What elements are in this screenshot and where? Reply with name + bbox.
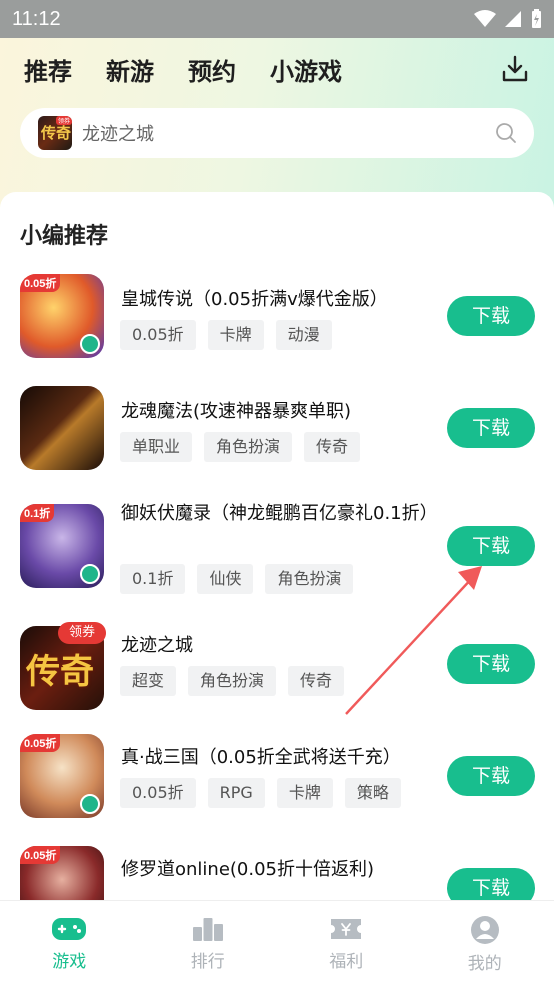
- tag: 角色扮演: [188, 666, 277, 696]
- game-title: 御妖伏魔录（神龙鲲鹏百亿豪礼0.1折）: [121, 503, 438, 524]
- tag: 角色扮演: [265, 564, 354, 594]
- tab-new-games[interactable]: 新游: [106, 52, 154, 87]
- game-icon[interactable]: 0.05折: [20, 274, 104, 358]
- header: 推荐 新游 预约 小游戏 传奇 领券 龙迹之城: [0, 38, 554, 208]
- search-input[interactable]: 龙迹之城: [82, 120, 154, 146]
- tag: 卡牌: [207, 320, 264, 350]
- signal-icon: [505, 11, 521, 27]
- download-icon[interactable]: [500, 54, 530, 84]
- game-title: 龙魂魔法(攻速神器暴爽单职): [121, 401, 352, 422]
- gamepad-icon: [52, 918, 87, 940]
- download-button[interactable]: 下载: [447, 644, 535, 684]
- game-icon[interactable]: 0.05折: [20, 734, 104, 818]
- tag-list: 0.1折 仙侠 角色扮演: [120, 564, 354, 594]
- battery-icon: [532, 9, 541, 28]
- tag: 0.1折: [120, 564, 186, 594]
- badge-icon: [80, 334, 100, 354]
- download-button[interactable]: 下载: [447, 526, 535, 566]
- search-bar[interactable]: 传奇 领券 龙迹之城: [20, 108, 534, 158]
- game-icon[interactable]: [20, 386, 104, 470]
- tag-list: 0.05折 RPG 卡牌 策略: [120, 778, 401, 808]
- tag: 卡牌: [276, 778, 333, 808]
- coupon-badge: 领券: [58, 622, 106, 644]
- game-title: 皇城传说（0.05折满v爆代金版）: [121, 289, 388, 310]
- tag: 仙侠: [197, 564, 254, 594]
- tab-recommend[interactable]: 推荐: [24, 52, 72, 87]
- game-title: 龙迹之城: [121, 635, 193, 656]
- download-button[interactable]: 下载: [447, 756, 535, 796]
- nav-welfare[interactable]: 福利: [277, 901, 416, 984]
- search-game-thumbnail: 传奇 领券: [38, 116, 72, 150]
- ticket-icon: [331, 919, 362, 939]
- tag: 单职业: [120, 432, 193, 462]
- list-item[interactable]: 0.1折 御妖伏魔录（神龙鲲鹏百亿豪礼0.1折） 0.1折 仙侠 角色扮演 下载: [0, 503, 554, 604]
- tag: 传奇: [288, 666, 345, 696]
- tag: 0.05折: [120, 778, 196, 808]
- download-button[interactable]: 下载: [447, 296, 535, 336]
- tab-mini-games[interactable]: 小游戏: [270, 52, 342, 87]
- download-button[interactable]: 下载: [447, 408, 535, 448]
- tag: RPG: [207, 778, 265, 808]
- list-item[interactable]: 0.05折 真·战三国（0.05折全武将送千充） 0.05折 RPG 卡牌 策略…: [0, 734, 554, 834]
- badge-icon: [80, 564, 100, 584]
- nav-ranking[interactable]: 排行: [139, 901, 278, 984]
- status-bar: 11:12: [0, 0, 554, 38]
- badge-icon: [80, 794, 100, 814]
- system-icons: [474, 9, 542, 29]
- tag: 0.05折: [120, 320, 196, 350]
- tag: 超变: [120, 666, 177, 696]
- user-icon: [470, 916, 499, 944]
- nav-games[interactable]: 游戏: [0, 901, 139, 984]
- tag-list: 0.05折 卡牌 动漫: [120, 320, 332, 350]
- top-tabs: 推荐 新游 预约 小游戏: [24, 52, 342, 87]
- search-icon[interactable]: [494, 121, 518, 145]
- wifi-icon: [474, 10, 496, 27]
- game-title: 修罗道online(0.05折十倍返利): [121, 859, 375, 880]
- bottom-nav: 游戏 排行 福利 我的: [0, 900, 554, 984]
- game-icon[interactable]: 0.1折: [20, 504, 104, 588]
- list-item[interactable]: 0.05折 皇城传说（0.05折满v爆代金版） 0.05折 卡牌 动漫 下载: [0, 274, 554, 374]
- list-item[interactable]: 传奇 领券 龙迹之城 超变 角色扮演 传奇 下载: [0, 622, 554, 726]
- game-title: 真·战三国（0.05折全武将送千充）: [121, 747, 401, 768]
- tag: 动漫: [275, 320, 332, 350]
- tag: 角色扮演: [204, 432, 293, 462]
- tag-list: 单职业 角色扮演 传奇: [120, 432, 361, 462]
- list-item[interactable]: 龙魂魔法(攻速神器暴爽单职) 单职业 角色扮演 传奇 下载: [0, 386, 554, 486]
- nav-mine[interactable]: 我的: [416, 901, 554, 984]
- tag: 传奇: [304, 432, 361, 462]
- tag-list: 超变 角色扮演 传奇: [120, 666, 345, 696]
- tab-reservation[interactable]: 预约: [188, 52, 236, 87]
- tag: 策略: [344, 778, 401, 808]
- bar-chart-icon: [192, 918, 223, 941]
- status-time: 11:12: [12, 7, 61, 30]
- section-title: 小编推荐: [20, 224, 109, 249]
- recommend-card: 小编推荐 0.05折 皇城传说（0.05折满v爆代金版） 0.05折 卡牌 动漫…: [0, 192, 554, 952]
